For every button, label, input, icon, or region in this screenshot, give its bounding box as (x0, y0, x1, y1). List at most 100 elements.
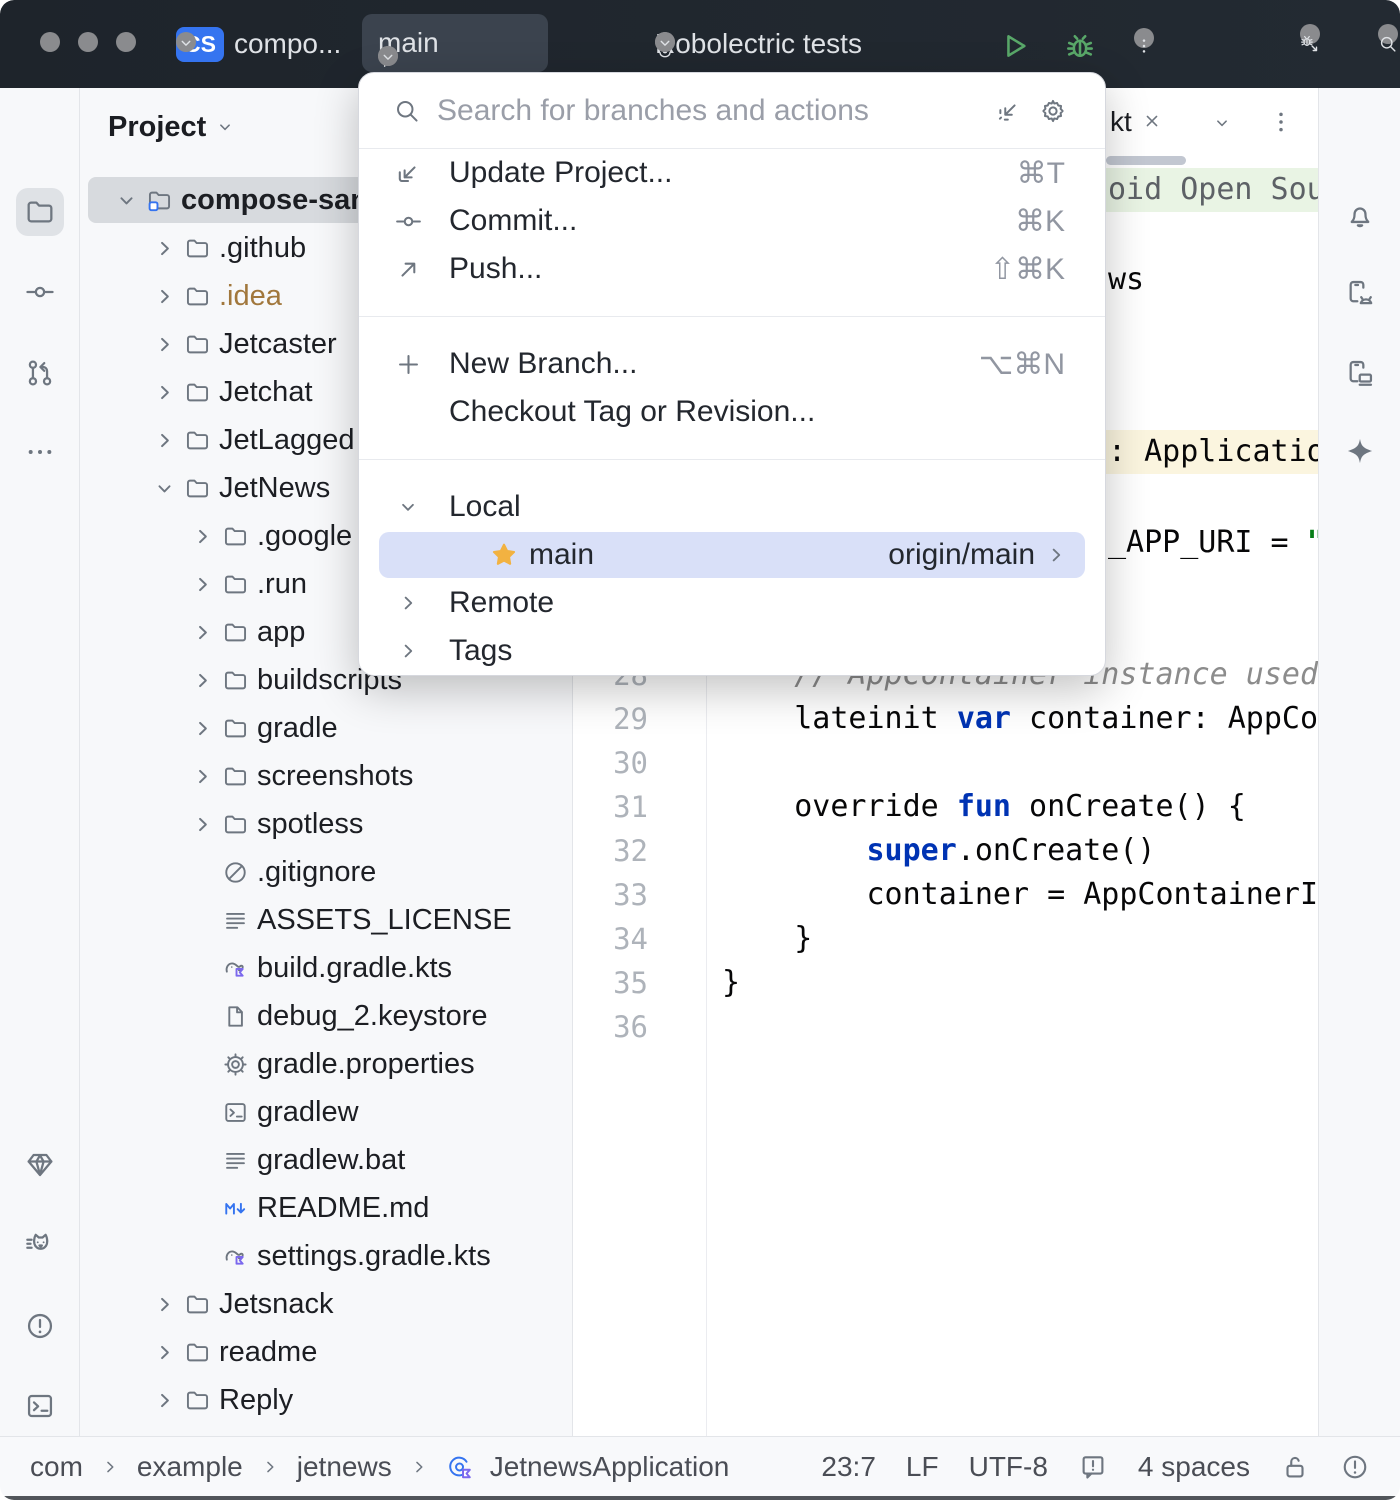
caret-position[interactable]: 23:7 (821, 1451, 876, 1483)
gear-icon[interactable] (1039, 97, 1067, 125)
code-line-32[interactable]: 32 super.onCreate() (573, 829, 1318, 873)
git-branch-button[interactable]: main (362, 14, 548, 72)
tree-item-screenshots[interactable]: screenshots (80, 752, 572, 800)
tree-item-label: Jetsnack (219, 1288, 333, 1321)
indent-setting[interactable]: 4 spaces (1138, 1451, 1250, 1483)
gemini-button[interactable] (1336, 427, 1384, 475)
device-manager-icon (1344, 277, 1376, 309)
menu-item-update-project[interactable]: Update Project...⌘T (359, 149, 1105, 197)
chevron-down-icon (176, 32, 196, 52)
folder-icon (184, 427, 211, 454)
file-encoding[interactable]: UTF-8 (969, 1451, 1048, 1483)
search-input[interactable]: Search for branches and actions (437, 94, 869, 128)
tree-item-assets_license[interactable]: ASSETS_LICENSE (80, 896, 572, 944)
popup-search-row: Search for branches and actions (359, 73, 1105, 149)
app-quality-insights-button[interactable] (16, 1141, 64, 1189)
project-view-selector[interactable]: Project (108, 103, 236, 151)
project-name: compo... (234, 28, 341, 60)
tab-list-chevron-icon[interactable] (1211, 112, 1233, 134)
code-viewport[interactable]: 28 // AppContainer instance used by th29… (573, 653, 1318, 1049)
zoom-window-button[interactable] (116, 32, 136, 52)
tree-item-readme[interactable]: readme (80, 1328, 572, 1376)
tree-item-build.gradle.kts[interactable]: build.gradle.kts (80, 944, 572, 992)
tree-item-label: JetNews (219, 472, 330, 505)
breadcrumb-example[interactable]: example (137, 1451, 243, 1483)
tree-item-gradle[interactable]: gradle (80, 704, 572, 752)
tree-item-settings.gradle.kts[interactable]: settings.gradle.kts (80, 1232, 572, 1280)
section-label: Tags (449, 634, 512, 668)
code-line-31[interactable]: 31 override fun onCreate() { (573, 785, 1318, 829)
profiler-button[interactable] (1300, 24, 1320, 44)
tab-scrollbar-thumb[interactable] (1106, 156, 1186, 165)
line-number: 30 (573, 741, 648, 785)
tree-item-.gitignore[interactable]: .gitignore (80, 848, 572, 896)
markdown-icon (222, 1195, 249, 1222)
menu-item-checkout-tag-or-revision[interactable]: Checkout Tag or Revision... (359, 388, 1105, 436)
tree-item-spotless[interactable]: spotless (80, 800, 572, 848)
tree-item-label: compose-san (181, 184, 368, 217)
window-bottom-edge (0, 1496, 1400, 1500)
tree-item-gradlew[interactable]: gradlew (80, 1088, 572, 1136)
code-line-35[interactable]: 35} (573, 961, 1318, 1005)
notifications-button[interactable] (1336, 191, 1384, 239)
tree-item-label: gradle (257, 712, 338, 745)
code-text: } (722, 917, 812, 961)
chevron-right-icon (188, 523, 216, 550)
menu-item-push[interactable]: Push...⇧⌘K (359, 245, 1105, 293)
chevron-right-icon (188, 667, 216, 694)
code-line-30[interactable]: 30 (573, 741, 1318, 785)
open-in-tool-window-icon[interactable] (995, 97, 1023, 125)
chevron-right-icon (188, 763, 216, 790)
branch-item-main[interactable]: mainorigin/main (379, 532, 1085, 578)
inspection-widget-icon[interactable] (1078, 1452, 1108, 1482)
project-selector[interactable]: CS compo... (176, 0, 341, 88)
editor-tab[interactable]: kt (1110, 106, 1132, 138)
editor-options-icon[interactable] (1267, 108, 1295, 136)
more-actions-button[interactable] (1134, 28, 1154, 48)
section-tags[interactable]: Tags (359, 627, 1105, 675)
close-tab-icon[interactable] (1141, 110, 1163, 132)
ellipsis-icon (24, 436, 56, 468)
menu-item-commit[interactable]: Commit...⌘K (359, 197, 1105, 245)
minimize-window-button[interactable] (78, 32, 98, 52)
run-button[interactable] (996, 28, 1032, 64)
breadcrumb-class[interactable]: JetnewsApplication (490, 1451, 730, 1483)
status-bar: com example jetnews JetnewsApplication 23:7… (0, 1436, 1400, 1496)
menu-item-new-branch[interactable]: New Branch...⌥⌘N (359, 340, 1105, 388)
tree-item-reply[interactable]: Reply (80, 1376, 572, 1424)
section-remote[interactable]: Remote (359, 579, 1105, 627)
debug-button[interactable] (1062, 28, 1098, 64)
code-line-36[interactable]: 36 (573, 1005, 1318, 1049)
more-tools-button[interactable] (16, 428, 64, 476)
unlocked-icon[interactable] (1280, 1452, 1310, 1482)
tree-item-jetsnack[interactable]: Jetsnack (80, 1280, 572, 1328)
line-number: 33 (573, 873, 648, 917)
error-circle-icon[interactable] (1340, 1452, 1370, 1482)
pull-requests-tool-button[interactable] (16, 349, 64, 397)
tree-item-label: .idea (219, 280, 282, 313)
tree-item-readme.md[interactable]: README.md (80, 1184, 572, 1232)
code-line-33[interactable]: 33 container = AppContainerImpl(th (573, 873, 1318, 917)
search-everywhere-button[interactable] (1378, 24, 1398, 44)
device-manager-button[interactable] (1336, 269, 1384, 317)
line-separator[interactable]: LF (906, 1451, 939, 1483)
breadcrumb-com[interactable]: com (30, 1451, 83, 1483)
logcat-tool-button[interactable] (16, 1222, 64, 1270)
problems-tool-button[interactable] (16, 1302, 64, 1350)
tree-item-gradlew.bat[interactable]: gradlew.bat (80, 1136, 572, 1184)
chevron-right-icon (393, 638, 423, 664)
project-tool-button[interactable] (16, 188, 64, 236)
tree-item-debug_2.keystore[interactable]: debug_2.keystore (80, 992, 572, 1040)
running-devices-button[interactable] (1336, 349, 1384, 397)
code-line-34[interactable]: 34 } (573, 917, 1318, 961)
commit-tool-button[interactable] (16, 268, 64, 316)
tree-item-gradle.properties[interactable]: gradle.properties (80, 1040, 572, 1088)
terminal-tool-button[interactable] (16, 1382, 64, 1430)
section-label: Remote (449, 586, 554, 620)
breadcrumb-jetnews[interactable]: jetnews (297, 1451, 392, 1483)
close-window-button[interactable] (40, 32, 60, 52)
tree-item[interactable] (80, 1424, 572, 1436)
section-local[interactable]: Local (359, 483, 1105, 531)
code-text: super.onCreate() (722, 829, 1156, 873)
code-line-29[interactable]: 29 lateinit var container: AppContaine (573, 697, 1318, 741)
